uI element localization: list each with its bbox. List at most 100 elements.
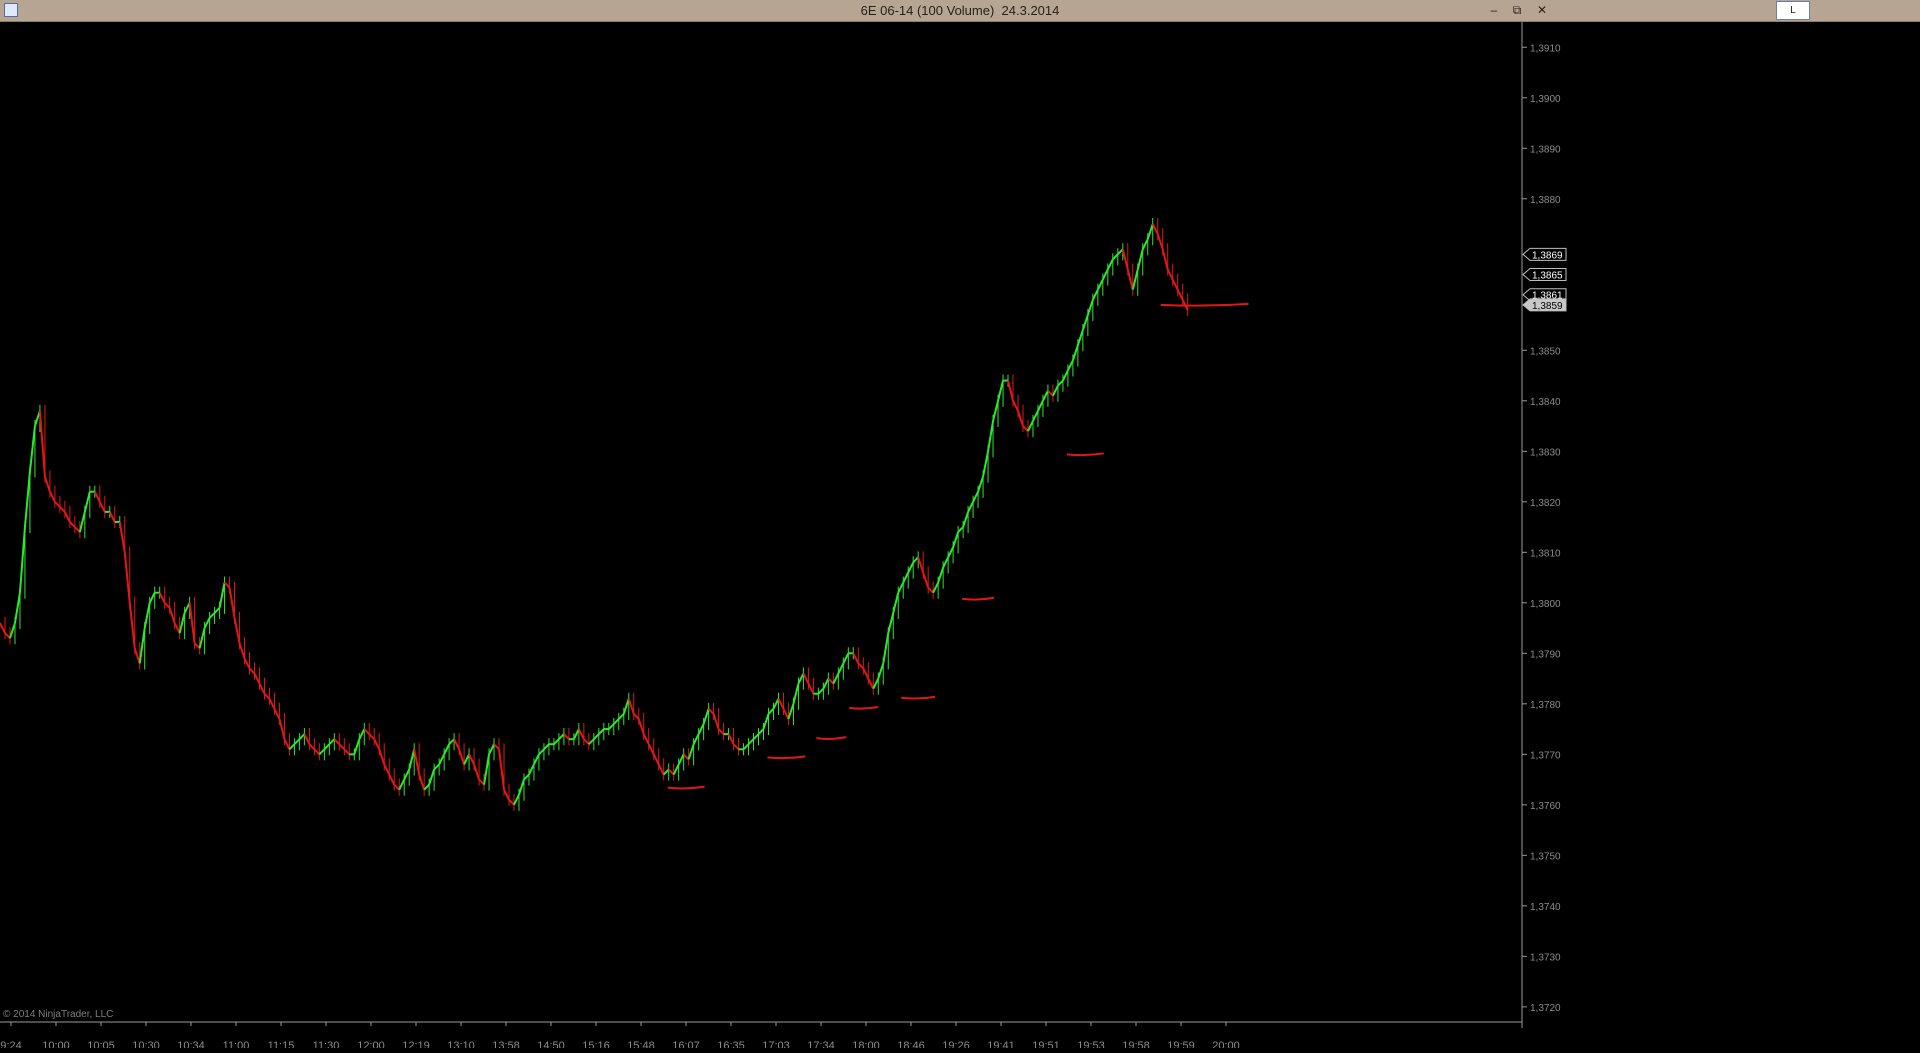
price-segment bbox=[138, 627, 146, 664]
price-segment bbox=[293, 738, 301, 745]
price-segment bbox=[622, 698, 630, 715]
price-segment bbox=[168, 607, 176, 624]
price-segment bbox=[857, 662, 865, 670]
price-segment bbox=[822, 678, 830, 690]
price-segment bbox=[98, 501, 106, 513]
price-segment bbox=[158, 592, 166, 604]
x-tick-label: 19:58 bbox=[1122, 1040, 1150, 1048]
x-tick-label: 19:59 bbox=[1167, 1040, 1195, 1048]
price-segment bbox=[413, 749, 421, 775]
price-segment bbox=[742, 743, 750, 750]
price-segment bbox=[468, 753, 475, 765]
link-button[interactable]: L bbox=[1776, 1, 1810, 20]
y-tick-label: 1,3720 bbox=[1530, 1003, 1561, 1014]
price-segment bbox=[1146, 223, 1154, 240]
price-segment bbox=[148, 592, 156, 604]
price-segment bbox=[937, 567, 945, 583]
y-tick-label: 1,3810 bbox=[1530, 548, 1561, 559]
price-marker-label: 1,3869 bbox=[1532, 250, 1563, 261]
support-line-annotation bbox=[901, 695, 936, 700]
price-segment bbox=[533, 753, 540, 765]
price-segment bbox=[69, 521, 76, 528]
y-tick-label: 1,3820 bbox=[1530, 498, 1561, 509]
x-tick-label: 9:24 bbox=[0, 1040, 21, 1048]
price-segment bbox=[418, 774, 426, 790]
price-segment bbox=[223, 581, 231, 589]
price-segment bbox=[363, 728, 370, 735]
close-icon[interactable]: ✕ bbox=[1530, 1, 1554, 19]
price-segment bbox=[63, 511, 71, 523]
price-segment bbox=[1101, 269, 1109, 281]
price-segment bbox=[128, 602, 136, 649]
price-segment bbox=[198, 627, 206, 649]
price-segment bbox=[872, 678, 880, 690]
price-segment bbox=[173, 622, 181, 634]
x-tick-label: 19:53 bbox=[1077, 1040, 1105, 1048]
price-segment bbox=[433, 763, 440, 771]
price-segment bbox=[577, 728, 585, 740]
price-segment bbox=[308, 743, 316, 750]
y-tick-label: 1,3910 bbox=[1530, 43, 1561, 54]
price-segment bbox=[49, 491, 56, 503]
price-segment bbox=[962, 511, 970, 528]
price-segment bbox=[892, 592, 900, 614]
price-segment bbox=[1131, 269, 1139, 290]
window-title: 6E 06-14 (100 Volume) 24.3.2014 bbox=[860, 3, 1060, 18]
price-segment bbox=[692, 733, 700, 745]
price-segment bbox=[613, 718, 620, 725]
y-tick-label: 1,3750 bbox=[1530, 851, 1561, 862]
price-segment bbox=[802, 673, 810, 685]
price-segment bbox=[493, 743, 500, 750]
price-segment bbox=[583, 738, 590, 745]
price-segment bbox=[278, 718, 286, 740]
price-segment bbox=[1037, 400, 1044, 412]
price-segment bbox=[897, 582, 905, 594]
y-tick-label: 1,3740 bbox=[1530, 902, 1561, 913]
y-tick-label: 1,3880 bbox=[1530, 195, 1561, 206]
price-segment bbox=[9, 622, 16, 639]
price-segment bbox=[78, 511, 86, 533]
price-segment bbox=[13, 592, 21, 624]
price-segment bbox=[273, 708, 281, 720]
price-segment bbox=[1076, 329, 1084, 346]
price-segment bbox=[483, 754, 491, 785]
price-marker: 1,3865 bbox=[1522, 268, 1567, 282]
price-segment bbox=[288, 743, 296, 750]
chart-area[interactable]: 1,3910 1,3900 1,3890 1,3880 1,3850 1,3840 1,38… bbox=[0, 22, 1920, 1052]
price-segment bbox=[652, 753, 660, 765]
x-tick-label: 15:48 bbox=[627, 1040, 655, 1048]
x-tick-label: 19:41 bbox=[987, 1040, 1015, 1048]
y-tick-label: 1,3790 bbox=[1530, 649, 1561, 660]
price-segment bbox=[1121, 249, 1129, 270]
price-segment bbox=[992, 400, 1000, 422]
y-tick-label: 1,3760 bbox=[1530, 801, 1561, 812]
price-segment bbox=[343, 748, 351, 756]
price-segment bbox=[1071, 344, 1079, 361]
price-segment bbox=[28, 425, 36, 472]
x-tick-label: 18:00 bbox=[852, 1040, 880, 1048]
price-segment bbox=[23, 471, 31, 528]
price-segment bbox=[503, 789, 510, 801]
price-segment bbox=[593, 733, 600, 740]
price-segment bbox=[538, 748, 545, 756]
price-segment bbox=[877, 663, 885, 679]
price-segment bbox=[1166, 269, 1174, 281]
price-segment bbox=[827, 677, 835, 685]
restore-icon[interactable]: ⧉ bbox=[1505, 1, 1529, 19]
price-segment bbox=[947, 546, 955, 558]
x-tick-label: 11:15 bbox=[268, 1040, 295, 1048]
price-segment bbox=[977, 476, 985, 493]
price-chart[interactable]: 1,3910 1,3900 1,3890 1,3880 1,3850 1,3840 1,38… bbox=[0, 22, 1920, 1052]
y-tick-label: 1,3830 bbox=[1530, 447, 1561, 458]
price-segment bbox=[233, 617, 241, 644]
price-segment bbox=[513, 794, 520, 806]
price-segment bbox=[1012, 400, 1019, 412]
x-tick-label: 10:34 bbox=[177, 1040, 205, 1048]
minimize-icon[interactable]: – bbox=[1482, 1, 1506, 19]
price-segment bbox=[922, 572, 930, 588]
x-tick-label: 14:50 bbox=[537, 1040, 565, 1048]
price-segment bbox=[1066, 359, 1074, 371]
price-segment bbox=[667, 768, 675, 776]
price-segment bbox=[318, 748, 326, 756]
price-segment bbox=[358, 728, 366, 740]
